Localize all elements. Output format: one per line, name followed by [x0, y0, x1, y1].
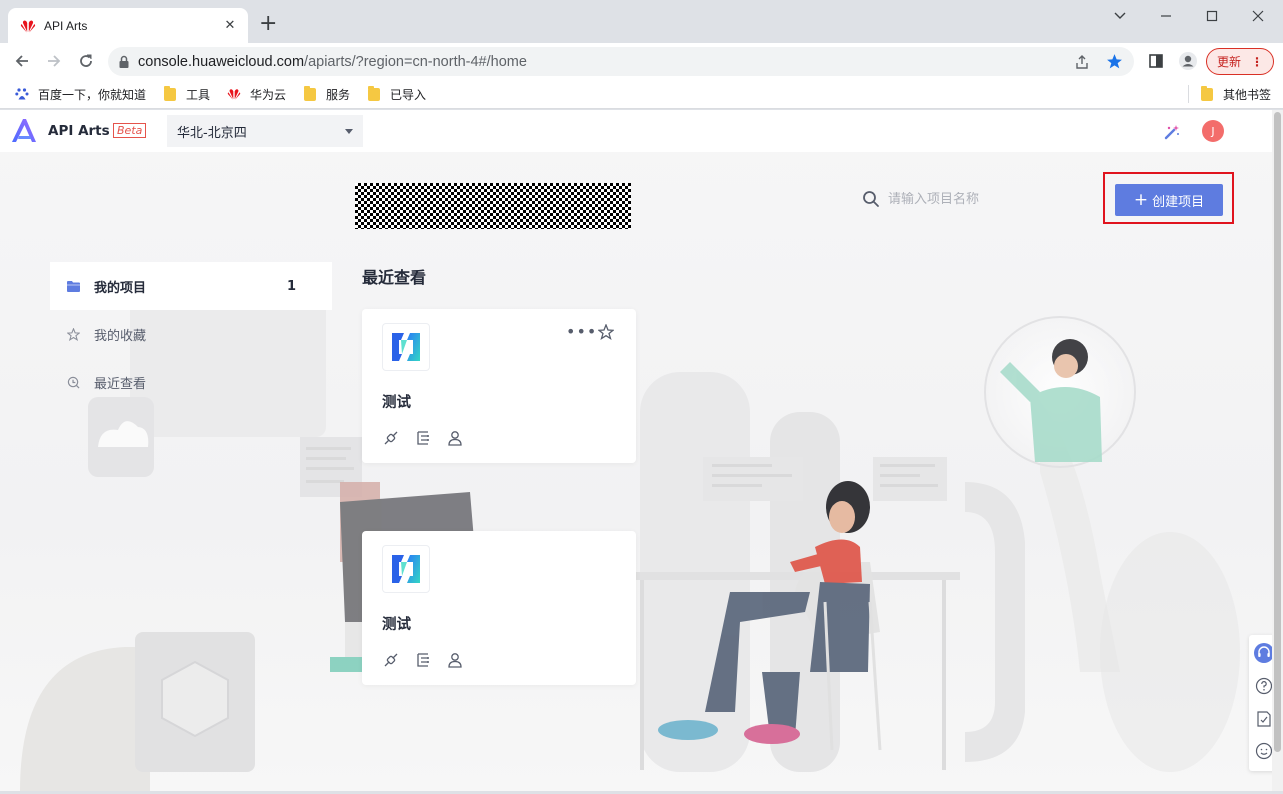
browser-tab[interactable]: API Arts ✕ [8, 8, 248, 43]
region-select[interactable]: 华北-北京四 [167, 115, 363, 147]
page-scrollbar[interactable] [1272, 110, 1283, 791]
tab-search-icon[interactable] [1100, 4, 1140, 28]
scrollbar-thumb[interactable] [1274, 112, 1281, 752]
bookmark-label: 华为云 [250, 87, 287, 102]
project-logo-icon [382, 323, 430, 371]
update-button[interactable]: 更新 ⋮ [1206, 48, 1274, 75]
new-tab-icon[interactable]: + [259, 13, 277, 35]
sidebar-item-recent[interactable]: 最近查看 [50, 358, 332, 406]
reload-icon[interactable] [73, 49, 99, 73]
api-test-icon[interactable] [414, 429, 432, 447]
favorite-star-icon[interactable] [598, 324, 614, 340]
api-test-icon[interactable] [414, 651, 432, 669]
project-card[interactable]: 测试 [362, 531, 636, 685]
tab-title: API Arts [44, 18, 88, 33]
folder-icon [368, 85, 380, 101]
sidebar-item-label: 我的项目 [94, 280, 147, 296]
forward-icon[interactable] [41, 49, 67, 73]
feedback-icon[interactable] [1254, 709, 1272, 729]
bookmark-tools[interactable]: 工具 [164, 85, 210, 103]
address-bar[interactable]: console.huaweicloud.com/apiarts/?region=… [108, 47, 1134, 76]
project-logo-icon [382, 545, 430, 593]
star-icon [66, 327, 80, 341]
close-window-icon[interactable] [1238, 4, 1278, 28]
more-options-icon[interactable]: ••• [566, 322, 597, 341]
sidebar-item-favorites[interactable]: 我的收藏 [50, 310, 332, 358]
project-name: 测试 [382, 617, 411, 633]
recent-section-title: 最近查看 [362, 268, 427, 287]
folder-icon [1201, 85, 1213, 101]
maximize-icon[interactable] [1192, 4, 1232, 28]
user-avatar[interactable]: J [1202, 120, 1224, 142]
sidebar: 我的项目 1 我的收藏 最近查看 [50, 262, 332, 406]
bookmark-label: 其他书签 [1223, 87, 1272, 102]
api-design-icon[interactable] [382, 651, 400, 669]
search-icon[interactable] [862, 190, 880, 208]
project-card[interactable]: ••• 测试 [362, 309, 636, 463]
project-actions [382, 429, 464, 447]
bookmark-other[interactable]: 其他书签 [1201, 85, 1271, 103]
back-icon[interactable] [9, 49, 35, 73]
brand-name: API Arts [48, 123, 110, 139]
caret-down-icon [345, 128, 353, 134]
side-panel-icon[interactable] [1143, 49, 1169, 73]
baidu-paw-icon [15, 88, 29, 100]
magic-wand-icon[interactable] [1163, 123, 1181, 141]
floating-toolbar [1249, 635, 1272, 771]
bookmark-label: 已导入 [390, 87, 427, 102]
api-arts-logo[interactable] [10, 117, 38, 145]
bookmark-imported[interactable]: 已导入 [368, 85, 426, 103]
tab-close-icon[interactable]: ✕ [222, 18, 238, 33]
menu-dots-icon: ⋮ [1251, 54, 1263, 69]
share-icon[interactable] [1074, 54, 1090, 74]
bookmark-huaweicloud[interactable]: 华为云 [226, 85, 286, 103]
lock-icon [119, 55, 129, 68]
project-actions [382, 651, 464, 669]
plus-icon: + [1133, 190, 1149, 210]
beta-badge: Beta [113, 123, 147, 138]
smile-rating-icon[interactable] [1254, 741, 1272, 761]
minimize-icon[interactable] [1146, 4, 1186, 28]
update-label: 更新 [1216, 55, 1241, 69]
sidebar-item-my-projects[interactable]: 我的项目 1 [50, 262, 332, 310]
bookmarks-divider [1188, 85, 1189, 103]
api-design-icon[interactable] [382, 429, 400, 447]
huawei-logo-icon [227, 89, 241, 100]
huawei-favicon-icon [20, 20, 36, 32]
project-count: 1 [286, 278, 296, 294]
bookmark-baidu[interactable]: 百度一下，你就知道 [15, 85, 146, 103]
bookmark-star-icon[interactable] [1106, 53, 1123, 74]
url-text: console.huaweicloud.com/apiarts/?region=… [138, 53, 527, 70]
browser-tabstrip: API Arts ✕ + [0, 0, 1283, 43]
background-illustration [20, 292, 1240, 791]
clock-icon [66, 375, 80, 389]
sidebar-item-label: 最近查看 [94, 376, 147, 392]
create-project-label: 创建项目 [1152, 194, 1205, 210]
bookmarks-bar: 百度一下，你就知道 工具 华为云 服务 已导入 其他书签 [0, 79, 1283, 109]
region-value: 华北-北京四 [177, 125, 247, 141]
app-header: API Arts Beta 华北-北京四 J [0, 110, 1272, 152]
help-icon[interactable] [1254, 676, 1272, 696]
customer-service-icon[interactable] [1254, 643, 1272, 663]
create-project-button[interactable]: + 创建项目 [1115, 184, 1223, 216]
bookmark-label: 百度一下，你就知道 [38, 87, 147, 102]
member-icon[interactable] [446, 651, 464, 669]
browser-toolbar: console.huaweicloud.com/apiarts/?region=… [0, 43, 1283, 79]
bookmark-label: 服务 [326, 87, 351, 102]
project-name: 测试 [382, 395, 411, 411]
bookmark-label: 工具 [186, 87, 211, 102]
sidebar-item-label: 我的收藏 [94, 328, 147, 344]
redacted-banner [355, 183, 631, 229]
member-icon[interactable] [446, 429, 464, 447]
page: API Arts Beta 华北-北京四 J + 创建项目 我的项目 1 [0, 110, 1272, 791]
folder-icon [304, 85, 316, 101]
folder-icon [164, 85, 176, 101]
bookmark-services[interactable]: 服务 [304, 85, 350, 103]
profile-icon[interactable] [1175, 49, 1201, 73]
search-input[interactable] [888, 191, 1068, 207]
project-search [862, 190, 1068, 208]
folder-icon [66, 279, 80, 293]
